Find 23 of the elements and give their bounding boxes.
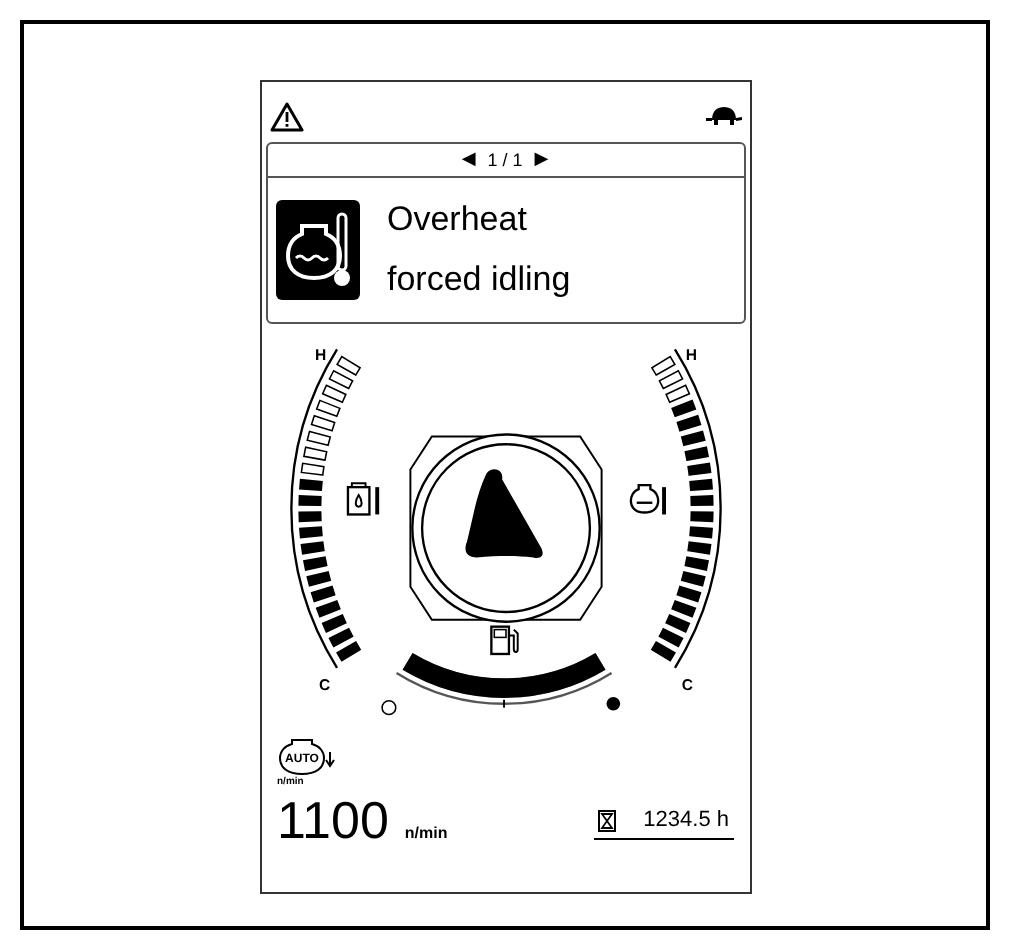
- engine-overheat-icon: [275, 200, 359, 300]
- empty-gauge-segments: [649, 355, 690, 404]
- speed-unit: n/min: [404, 824, 448, 842]
- low-label: C: [317, 676, 330, 695]
- turtle-icon: [705, 106, 741, 126]
- hourglass-icon: [597, 809, 616, 831]
- engine-speed: 1100: [277, 792, 389, 848]
- full-indicator-dot: [605, 696, 620, 711]
- empty-indicator-dot: [380, 700, 396, 716]
- bucket-icon: [464, 469, 542, 558]
- coolant-temperature-icon: [628, 484, 665, 515]
- page-counter: 1 / 1: [485, 150, 525, 170]
- high-label: H: [314, 346, 326, 365]
- oil-temperature-icon: [345, 482, 379, 516]
- hour-meter: 1234.5 h: [593, 808, 733, 840]
- fuel-pump-icon: [489, 625, 518, 656]
- low-label: C: [680, 676, 693, 695]
- warning-icon: [269, 101, 303, 131]
- previous-arrow[interactable]: ◀: [461, 150, 476, 170]
- high-label: H: [684, 346, 696, 365]
- message-text: Overheat: [387, 198, 529, 242]
- message-text: forced idling: [387, 258, 571, 302]
- next-arrow[interactable]: ▶: [534, 150, 549, 170]
